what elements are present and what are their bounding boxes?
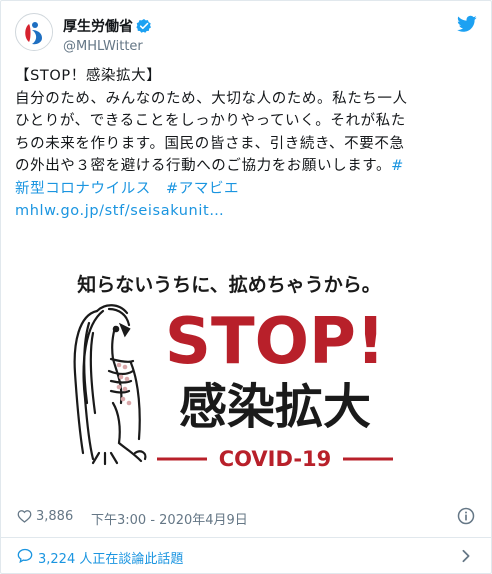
tweet-header: 厚生労働省 @MHLWitter bbox=[15, 13, 479, 54]
tweet-text: 【STOP！感染拡大】 自分のため、みんなのため、大切な人のため。私たち一人 ひ… bbox=[15, 65, 481, 223]
verified-badge-icon bbox=[136, 18, 151, 33]
tweet-link[interactable]: mhlw.go.jp/stf/seisakunit… bbox=[15, 200, 481, 223]
hashtag-links[interactable]: 新型コロナウイルス #アマビエ bbox=[15, 178, 481, 201]
amabie-illustration bbox=[73, 304, 147, 466]
tweet-line-text: の外出や３密を避ける行動へのご協力をお願いします。 bbox=[15, 158, 392, 174]
account-names: 厚生労働省 @MHLWitter bbox=[63, 15, 152, 54]
tweet-media[interactable]: 知らないうちに、拡めちゃうから。 STOP! 感染拡大 COVID-19 bbox=[49, 263, 409, 477]
display-name[interactable]: 厚生労働省 bbox=[63, 16, 133, 36]
poster-tagline: 知らないうちに、拡めちゃうから。 bbox=[77, 273, 380, 296]
replies-text[interactable]: 3,224 人正在談論此話題 bbox=[38, 548, 183, 567]
tweet-line: ひとりが、できることをしっかりやっていく。それが私た bbox=[15, 113, 406, 129]
timestamp[interactable]: 下午3:00 - 2020年4月9日 bbox=[91, 509, 248, 528]
divider bbox=[1, 537, 491, 538]
tweet-line: 【STOP！感染拡大】 bbox=[15, 68, 162, 84]
avatar[interactable] bbox=[15, 13, 53, 51]
twitter-bird-icon[interactable] bbox=[457, 15, 477, 33]
poster-subhead: 感染拡大 bbox=[179, 379, 371, 435]
reply-bubble-icon bbox=[17, 548, 33, 563]
handle[interactable]: @MHLWitter bbox=[63, 39, 152, 54]
tweet-line: の外出や３密を避ける行動へのご協力をお願いします。# bbox=[15, 155, 481, 178]
poster-headline: STOP! bbox=[165, 305, 385, 379]
hashtag-mark[interactable]: # bbox=[391, 158, 404, 174]
tweet-card: 厚生労働省 @MHLWitter 【STOP！感染拡大】 自分のため、みんなのた… bbox=[0, 0, 492, 574]
poster-label: COVID-19 bbox=[219, 447, 332, 471]
tweet-line: 自分のため、みんなのため、大切な人のため。私たち一人 bbox=[15, 90, 408, 107]
mhlw-logo-icon bbox=[17, 15, 52, 50]
stop-poster-image: 知らないうちに、拡めちゃうから。 STOP! 感染拡大 COVID-19 bbox=[73, 273, 393, 471]
like-count[interactable]: 3,886 bbox=[36, 509, 73, 524]
tweet-line: ちの未来を作ります。国民の皆さま、引き続き、不要不急 bbox=[15, 135, 405, 152]
amabie-scales bbox=[116, 362, 132, 406]
like-heart-icon[interactable] bbox=[17, 509, 32, 523]
chevron-right-icon[interactable] bbox=[461, 549, 471, 563]
info-icon[interactable] bbox=[457, 507, 475, 525]
